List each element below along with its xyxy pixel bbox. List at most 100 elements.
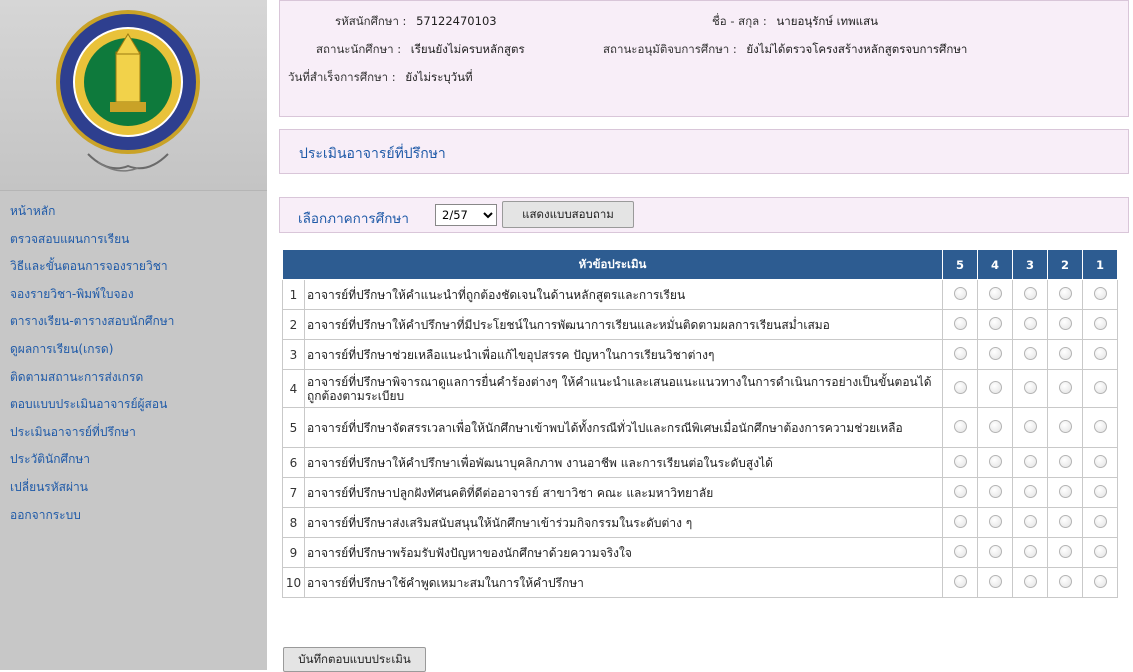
rating-radio-3[interactable] bbox=[1023, 316, 1037, 330]
rating-radio-1[interactable] bbox=[1093, 419, 1107, 433]
rating-radio-2[interactable] bbox=[1058, 454, 1072, 468]
sidebar-item-home[interactable]: หน้าหลัก bbox=[0, 198, 267, 226]
rating-radio-3[interactable] bbox=[1023, 514, 1037, 528]
rating-radio-1[interactable] bbox=[1093, 514, 1107, 528]
rating-radio-2[interactable] bbox=[1058, 484, 1072, 498]
rating-radio-3[interactable] bbox=[1023, 574, 1037, 588]
rating-cell bbox=[977, 507, 1013, 538]
rating-radio-3[interactable] bbox=[1023, 286, 1037, 300]
table-row: 8 อาจารย์ที่ปรึกษาส่งเสริมสนับสนุนให้นักศ… bbox=[282, 507, 1118, 538]
rating-radio-5[interactable] bbox=[953, 380, 967, 394]
page-title: ประเมินอาจารย์ที่ปรึกษา bbox=[299, 146, 446, 162]
student-id-value: 57122470103 bbox=[416, 14, 497, 28]
rating-radio-4[interactable] bbox=[988, 419, 1002, 433]
rating-radio-1[interactable] bbox=[1093, 454, 1107, 468]
rating-radio-4[interactable] bbox=[988, 574, 1002, 588]
sidebar-item-timetable[interactable]: ตารางเรียน-ตารางสอบนักศึกษา bbox=[0, 308, 267, 336]
rating-radio-2[interactable] bbox=[1058, 286, 1072, 300]
sidebar-item-change-password[interactable]: เปลี่ยนรหัสผ่าน bbox=[0, 474, 267, 502]
rating-radio-5[interactable] bbox=[953, 514, 967, 528]
sidebar-item-grades[interactable]: ดูผลการเรียน(เกรด) bbox=[0, 336, 267, 364]
rating-radio-3[interactable] bbox=[1023, 544, 1037, 558]
rating-radio-5[interactable] bbox=[953, 346, 967, 360]
student-status-value: เรียนยังไม่ครบหลักสูตร bbox=[410, 42, 525, 56]
rating-radio-5[interactable] bbox=[953, 454, 967, 468]
student-name-row: ชื่อ - สกุล : นายอนุรักษ์ เทพแสน bbox=[712, 13, 878, 31]
rating-radio-4[interactable] bbox=[988, 316, 1002, 330]
graduation-date-row: วันที่สำเร็จการศึกษา : ยังไม่ระบุวันที่ bbox=[288, 69, 473, 87]
rating-cell bbox=[942, 477, 978, 508]
rating-radio-4[interactable] bbox=[988, 454, 1002, 468]
table-row: 1 อาจารย์ที่ปรึกษาให้คำแนะนำที่ถูกต้องชัด… bbox=[282, 279, 1118, 310]
rating-cell bbox=[1047, 507, 1083, 538]
sidebar-item-logout[interactable]: ออกจากระบบ bbox=[0, 502, 267, 530]
rating-radio-5[interactable] bbox=[953, 286, 967, 300]
rating-cell bbox=[942, 279, 978, 310]
sidebar-item-study-plan[interactable]: ตรวจสอบแผนการเรียน bbox=[0, 226, 267, 254]
show-questionnaire-button[interactable]: แสดงแบบสอบถาม bbox=[502, 201, 634, 228]
rating-radio-1[interactable] bbox=[1093, 544, 1107, 558]
rating-radio-2[interactable] bbox=[1058, 574, 1072, 588]
rating-cell bbox=[1082, 407, 1118, 448]
rating-radio-1[interactable] bbox=[1093, 574, 1107, 588]
semester-select[interactable]: 2/57 bbox=[435, 204, 497, 226]
rating-radio-5[interactable] bbox=[953, 574, 967, 588]
question-text: อาจารย์ที่ปรึกษาให้คำปรึกษาที่มีประโยชน์… bbox=[304, 309, 943, 340]
rating-cell bbox=[942, 537, 978, 568]
table-row: 6 อาจารย์ที่ปรึกษาให้คำปรึกษาเพื่อพัฒนาบุ… bbox=[282, 447, 1118, 478]
rating-radio-4[interactable] bbox=[988, 514, 1002, 528]
rating-radio-4[interactable] bbox=[988, 484, 1002, 498]
rating-cell bbox=[1082, 369, 1118, 408]
rating-radio-5[interactable] bbox=[953, 419, 967, 433]
rating-radio-4[interactable] bbox=[988, 544, 1002, 558]
sidebar-item-registration-guide[interactable]: วิธีและขั้นตอนการจองรายวิชา bbox=[0, 253, 267, 281]
rating-cell bbox=[1082, 279, 1118, 310]
rating-radio-4[interactable] bbox=[988, 286, 1002, 300]
question-number: 2 bbox=[282, 309, 305, 340]
rating-cell bbox=[1082, 339, 1118, 370]
header-rating-1: 1 bbox=[1082, 249, 1118, 280]
rating-radio-1[interactable] bbox=[1093, 286, 1107, 300]
rating-radio-2[interactable] bbox=[1058, 544, 1072, 558]
rating-cell bbox=[1012, 339, 1048, 370]
sidebar-item-advisor-evaluation[interactable]: ประเมินอาจารย์ที่ปรึกษา bbox=[0, 419, 267, 447]
question-number: 3 bbox=[282, 339, 305, 370]
question-text: อาจารย์ที่ปรึกษาให้คำปรึกษาเพื่อพัฒนาบุค… bbox=[304, 447, 943, 478]
rating-cell bbox=[1082, 567, 1118, 598]
rating-radio-2[interactable] bbox=[1058, 514, 1072, 528]
rating-radio-3[interactable] bbox=[1023, 419, 1037, 433]
rating-radio-2[interactable] bbox=[1058, 316, 1072, 330]
sidebar-item-teacher-evaluation[interactable]: ตอบแบบประเมินอาจารย์ผู้สอน bbox=[0, 391, 267, 419]
rating-radio-1[interactable] bbox=[1093, 380, 1107, 394]
submit-evaluation-button[interactable]: บันทึกตอบแบบประเมิน bbox=[283, 647, 426, 672]
rating-radio-1[interactable] bbox=[1093, 316, 1107, 330]
question-number: 10 bbox=[282, 567, 305, 598]
sidebar-menu: หน้าหลัก ตรวจสอบแผนการเรียน วิธีและขั้นต… bbox=[0, 194, 267, 529]
student-id-row: รหัสนักศึกษา : 57122470103 bbox=[335, 13, 497, 31]
sidebar-item-course-booking[interactable]: จองรายวิชา-พิมพ์ใบจอง bbox=[0, 281, 267, 309]
table-row: 3 อาจารย์ที่ปรึกษาช่วยเหลือแนะนำเพื่อแก้ไ… bbox=[282, 339, 1118, 370]
rating-radio-3[interactable] bbox=[1023, 484, 1037, 498]
rating-radio-5[interactable] bbox=[953, 316, 967, 330]
sidebar-item-grade-status[interactable]: ติดตามสถานะการส่งเกรด bbox=[0, 364, 267, 392]
rating-cell bbox=[1082, 477, 1118, 508]
rating-radio-4[interactable] bbox=[988, 346, 1002, 360]
rating-radio-2[interactable] bbox=[1058, 380, 1072, 394]
rating-radio-4[interactable] bbox=[988, 380, 1002, 394]
rating-cell bbox=[977, 447, 1013, 478]
rating-radio-1[interactable] bbox=[1093, 346, 1107, 360]
question-text: อาจารย์ที่ปรึกษาส่งเสริมสนับสนุนให้นักศึ… bbox=[304, 507, 943, 538]
rating-radio-2[interactable] bbox=[1058, 419, 1072, 433]
rating-cell bbox=[1012, 309, 1048, 340]
sidebar-item-student-profile[interactable]: ประวัตินักศึกษา bbox=[0, 446, 267, 474]
rating-radio-5[interactable] bbox=[953, 484, 967, 498]
rating-radio-3[interactable] bbox=[1023, 346, 1037, 360]
rating-radio-5[interactable] bbox=[953, 544, 967, 558]
question-number: 5 bbox=[282, 407, 305, 448]
rating-cell bbox=[942, 447, 978, 478]
rating-radio-3[interactable] bbox=[1023, 380, 1037, 394]
student-info-panel: รหัสนักศึกษา : 57122470103 ชื่อ - สกุล :… bbox=[279, 0, 1129, 117]
rating-radio-1[interactable] bbox=[1093, 484, 1107, 498]
rating-radio-3[interactable] bbox=[1023, 454, 1037, 468]
rating-radio-2[interactable] bbox=[1058, 346, 1072, 360]
